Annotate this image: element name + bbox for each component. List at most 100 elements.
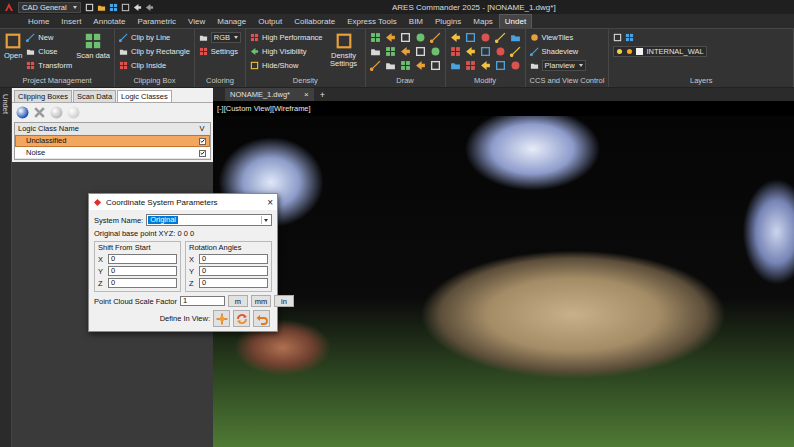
- pick-button[interactable]: [213, 310, 230, 327]
- ribbon-large-button[interactable]: Scan data: [76, 32, 110, 60]
- dropdown-field[interactable]: RGB: [211, 32, 241, 43]
- workspace-dropdown[interactable]: CAD General: [18, 2, 81, 13]
- visible-checkbox[interactable]: [199, 150, 206, 157]
- panel-tab[interactable]: Clipping Boxes: [14, 90, 72, 102]
- document-tab[interactable]: NONAME_1.dwg*×: [225, 88, 314, 101]
- table-row[interactable]: Noise: [15, 147, 210, 159]
- dialog-title-bar: Coordinate System Parameters×: [89, 194, 277, 210]
- tool-icon: [84, 32, 102, 50]
- menu-tab[interactable]: Collaborate: [288, 14, 341, 28]
- field-label: Define In View:: [160, 314, 210, 323]
- unit-button[interactable]: mm: [251, 295, 271, 307]
- dropdown-field[interactable]: Planview: [542, 60, 586, 71]
- add-class-icon[interactable]: [16, 106, 29, 119]
- print-icon: [121, 3, 130, 12]
- tool-icon: [495, 46, 506, 57]
- ribbon-dropdown[interactable]: Planview: [530, 60, 586, 71]
- ribbon-button[interactable]: Close: [26, 46, 72, 57]
- table-row[interactable]: Unclassified: [15, 135, 210, 147]
- menu-tab[interactable]: View: [182, 14, 211, 28]
- tool-icon: [385, 46, 396, 57]
- panel-tab[interactable]: Scan Data: [73, 90, 116, 102]
- ribbon-group: OpenNewCloseTransformScan dataProject Ma…: [0, 29, 115, 87]
- tool-icon: [250, 61, 259, 70]
- number-input[interactable]: 0: [108, 266, 177, 276]
- check-icon: [200, 150, 205, 156]
- scale-input[interactable]: 1: [180, 296, 225, 306]
- view-label[interactable]: [-][Custom View][Wireframe]: [213, 101, 794, 116]
- menu-tab[interactable]: BIM: [403, 14, 429, 28]
- menu-tab[interactable]: Annotate: [87, 14, 131, 28]
- panel-toolbar: [12, 102, 213, 122]
- tool-icon: [465, 60, 476, 71]
- refresh-button[interactable]: [233, 310, 250, 327]
- column-header: Logic Class Name: [16, 124, 195, 134]
- undo-icon: [133, 3, 142, 12]
- tool-icon: [385, 32, 396, 43]
- delete-icon[interactable]: [33, 106, 46, 119]
- ribbon-group-label: Coloring: [199, 75, 241, 87]
- ribbon-button[interactable]: Settings: [199, 46, 241, 57]
- tool-icon: [510, 60, 521, 71]
- close-button[interactable]: ×: [267, 197, 273, 208]
- number-input[interactable]: 0: [108, 254, 177, 264]
- ribbon-button[interactable]: Clip by Line: [119, 32, 190, 43]
- panel-tab[interactable]: Logic Classes: [117, 90, 172, 102]
- new-tab-button[interactable]: +: [316, 88, 329, 101]
- open-icon: [97, 3, 106, 12]
- quick-access-toolbar: [85, 3, 154, 12]
- tool-icon: [370, 60, 381, 71]
- tool-icon: [450, 46, 461, 57]
- ribbon-group-label: Modify: [450, 75, 521, 87]
- tool-icon: [370, 46, 381, 57]
- tool-icon: [415, 46, 426, 57]
- ribbon-button[interactable]: Clip Inside: [119, 60, 190, 71]
- layer-state-icon: [625, 33, 634, 42]
- ribbon-group-label: CCS and View Control: [530, 75, 605, 87]
- pick-in-view-icon: [216, 313, 228, 325]
- ribbon-group: High Performance High Visibility Hide/Show…: [246, 29, 365, 87]
- ribbon-button[interactable]: ViewTiles: [530, 32, 586, 43]
- menu-tab[interactable]: Plugins: [429, 14, 467, 28]
- system-name-select[interactable]: Original: [146, 214, 272, 226]
- ribbon-button[interactable]: High Performance: [250, 32, 322, 43]
- ribbon-button[interactable]: New: [26, 32, 72, 43]
- ribbon-large-button[interactable]: Density Settings: [327, 32, 361, 69]
- menu-tab[interactable]: Manage: [211, 14, 252, 28]
- ribbon-button[interactable]: Shadeview: [530, 46, 586, 57]
- menu-tab[interactable]: Output: [252, 14, 288, 28]
- menu-tab[interactable]: Parametric: [131, 14, 182, 28]
- ribbon-button[interactable]: Hide/Show: [250, 60, 322, 71]
- menu-tab[interactable]: Maps: [467, 14, 499, 28]
- tool-icon: [530, 33, 539, 42]
- ribbon-button[interactable]: Transform: [26, 60, 72, 71]
- layer-dropdown[interactable]: INTERNAL_WAL: [613, 46, 706, 57]
- number-input[interactable]: 0: [199, 266, 268, 276]
- undo-button[interactable]: [253, 310, 270, 327]
- hide-all-icon[interactable]: [67, 106, 80, 119]
- ribbon-group: Modify: [446, 29, 526, 87]
- menu-tab[interactable]: Express Tools: [341, 14, 403, 28]
- number-input[interactable]: 0: [199, 254, 268, 264]
- point-cloud-view[interactable]: [213, 116, 794, 447]
- ribbon-dropdown[interactable]: RGB: [199, 32, 241, 43]
- ribbon-large-button[interactable]: Open: [4, 32, 22, 60]
- number-input[interactable]: 0: [108, 278, 177, 288]
- ribbon-column: High Performance High Visibility Hide/Show: [250, 32, 322, 71]
- unit-button[interactable]: m: [228, 295, 248, 307]
- menu-tab[interactable]: Undet: [499, 14, 532, 28]
- number-input[interactable]: 0: [199, 278, 268, 288]
- tool-icon: [119, 47, 128, 56]
- menu-tab[interactable]: Insert: [55, 14, 87, 28]
- tool-icon: [26, 61, 35, 70]
- show-all-icon[interactable]: [50, 106, 63, 119]
- undo-icon: [256, 313, 268, 325]
- ribbon-button[interactable]: High Visibility: [250, 46, 322, 57]
- tool-icon: [250, 47, 259, 56]
- ribbon-column: RGB Settings: [199, 32, 241, 57]
- close-tab-button[interactable]: ×: [304, 90, 309, 99]
- menu-tab[interactable]: Home: [22, 14, 55, 28]
- visible-checkbox[interactable]: [199, 138, 206, 145]
- ribbon-button[interactable]: Clip by Rectangle: [119, 46, 190, 57]
- unit-button[interactable]: in: [274, 295, 294, 307]
